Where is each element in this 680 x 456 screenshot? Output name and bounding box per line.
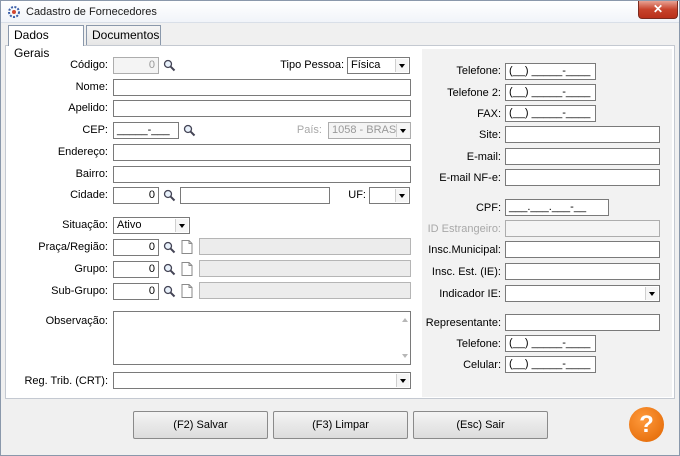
situacao-value: Ativo (117, 219, 142, 231)
chevron-down-icon[interactable] (395, 189, 408, 202)
subgrupo-description (199, 282, 411, 299)
fax-input[interactable]: (__) _____-____ (505, 105, 596, 122)
insc-est-label: Insc. Est. (IE): (431, 266, 501, 278)
pais-select[interactable]: 1058 - BRASIL (328, 122, 411, 139)
nome-label: Nome: (75, 81, 108, 93)
search-icon[interactable] (163, 241, 176, 254)
telefone2-label: Telefone 2: (447, 87, 501, 99)
situacao-select[interactable]: Ativo (113, 217, 190, 234)
bairro-label: Bairro: (75, 168, 108, 180)
new-document-icon[interactable] (181, 262, 193, 276)
cpf-input[interactable]: ___.___.___-__ (505, 199, 609, 216)
search-icon[interactable] (183, 124, 196, 137)
window-title: Cadastro de Fornecedores (26, 6, 157, 18)
observacao-textarea[interactable] (113, 311, 411, 365)
tab-label: Dados Gerais (14, 28, 50, 60)
close-button[interactable]: ✕ (638, 1, 678, 19)
close-icon: ✕ (652, 2, 664, 16)
praca-label: Praça/Região: (38, 241, 108, 253)
representante-label: Representante: (425, 317, 501, 329)
insc-municipal-label: Insc.Municipal: (428, 244, 501, 256)
observacao-label: Observação: (45, 315, 108, 327)
save-button[interactable]: (F2) Salvar (133, 411, 268, 439)
representante-input[interactable] (505, 314, 660, 331)
tipo-pessoa-select[interactable]: Física (347, 57, 410, 74)
codigo-input[interactable]: 0 (113, 57, 159, 74)
search-icon[interactable] (163, 59, 176, 72)
chevron-down-icon[interactable] (395, 59, 408, 72)
email-nfe-label: E-mail NF-e: (439, 172, 501, 184)
subgrupo-label: Sub-Grupo: (51, 285, 108, 297)
apelido-input[interactable] (113, 100, 411, 117)
scroll-down-icon[interactable] (402, 354, 408, 358)
endereco-input[interactable] (113, 144, 411, 161)
email-input[interactable] (505, 148, 660, 165)
uf-label: UF: (348, 189, 366, 201)
rep-telefone-input[interactable]: (__) _____-____ (505, 335, 596, 352)
indicador-ie-select[interactable] (505, 285, 660, 302)
situacao-label: Situação: (62, 219, 108, 231)
site-input[interactable] (505, 126, 660, 143)
chevron-down-icon[interactable] (396, 124, 409, 137)
chevron-down-icon[interactable] (175, 219, 188, 232)
endereco-label: Endereço: (57, 146, 108, 158)
id-estrangeiro-label: ID Estrangeiro: (427, 223, 501, 235)
fax-label: FAX: (477, 108, 501, 120)
tab-dados-gerais[interactable]: Dados Gerais (8, 25, 84, 60)
new-document-icon[interactable] (181, 240, 193, 254)
nome-input[interactable] (113, 79, 411, 96)
telefone-input[interactable]: (__) _____-____ (505, 63, 596, 80)
chevron-down-icon[interactable] (645, 287, 658, 300)
search-icon[interactable] (163, 189, 176, 202)
search-icon[interactable] (163, 285, 176, 298)
tipo-pessoa-label: Tipo Pessoa: (280, 59, 344, 71)
rep-telefone-label: Telefone: (456, 338, 501, 350)
tipo-pessoa-value: Física (351, 59, 381, 71)
email-label: E-mail: (466, 151, 501, 163)
praca-description (199, 238, 411, 255)
id-estrangeiro-input[interactable] (505, 220, 660, 237)
codigo-label: Código: (70, 59, 108, 71)
reg-trib-select[interactable] (113, 372, 411, 389)
telefone-label: Telefone: (456, 65, 501, 77)
app-gear-icon (8, 6, 20, 18)
grupo-code-input[interactable]: 0 (113, 261, 159, 278)
main-window: Cadastro de Fornecedores ✕ Dados Gerais … (0, 0, 680, 456)
tab-documentos[interactable]: Documentos (86, 25, 161, 45)
rep-celular-label: Celular: (463, 359, 501, 371)
site-label: Site: (478, 129, 501, 141)
pais-label: País: (296, 124, 322, 136)
clear-button[interactable]: (F3) Limpar (273, 411, 408, 439)
chevron-down-icon[interactable] (396, 374, 409, 387)
pais-value: 1058 - BRASIL (332, 124, 406, 136)
bairro-input[interactable] (113, 166, 411, 183)
rep-celular-input[interactable]: (__) _____-____ (505, 356, 596, 373)
telefone2-input[interactable]: (__) _____-____ (505, 84, 596, 101)
cidade-label: Cidade: (70, 189, 108, 201)
grupo-label: Grupo: (74, 263, 108, 275)
uf-select[interactable] (369, 187, 410, 204)
insc-est-input[interactable] (505, 263, 660, 280)
help-icon[interactable]: ? (629, 407, 664, 442)
scroll-up-icon[interactable] (402, 318, 408, 322)
cep-input[interactable]: _____-___ (113, 122, 179, 139)
subgrupo-code-input[interactable]: 0 (113, 283, 159, 300)
cidade-name-input[interactable] (180, 187, 330, 204)
insc-municipal-input[interactable] (505, 241, 660, 258)
cep-label: CEP: (82, 124, 108, 136)
cpf-label: CPF: (475, 202, 501, 214)
indicador-ie-label: Indicador IE: (439, 288, 501, 300)
new-document-icon[interactable] (181, 284, 193, 298)
exit-button[interactable]: (Esc) Sair (413, 411, 548, 439)
cidade-code-input[interactable]: 0 (113, 187, 159, 204)
praca-code-input[interactable]: 0 (113, 239, 159, 256)
tab-label: Documentos (92, 28, 160, 42)
search-icon[interactable] (163, 263, 176, 276)
apelido-label: Apelido: (68, 102, 108, 114)
title-bar: Cadastro de Fornecedores ✕ (1, 1, 679, 23)
grupo-description (199, 260, 411, 277)
email-nfe-input[interactable] (505, 169, 660, 186)
reg-trib-label: Reg. Trib. (CRT): (24, 375, 108, 387)
